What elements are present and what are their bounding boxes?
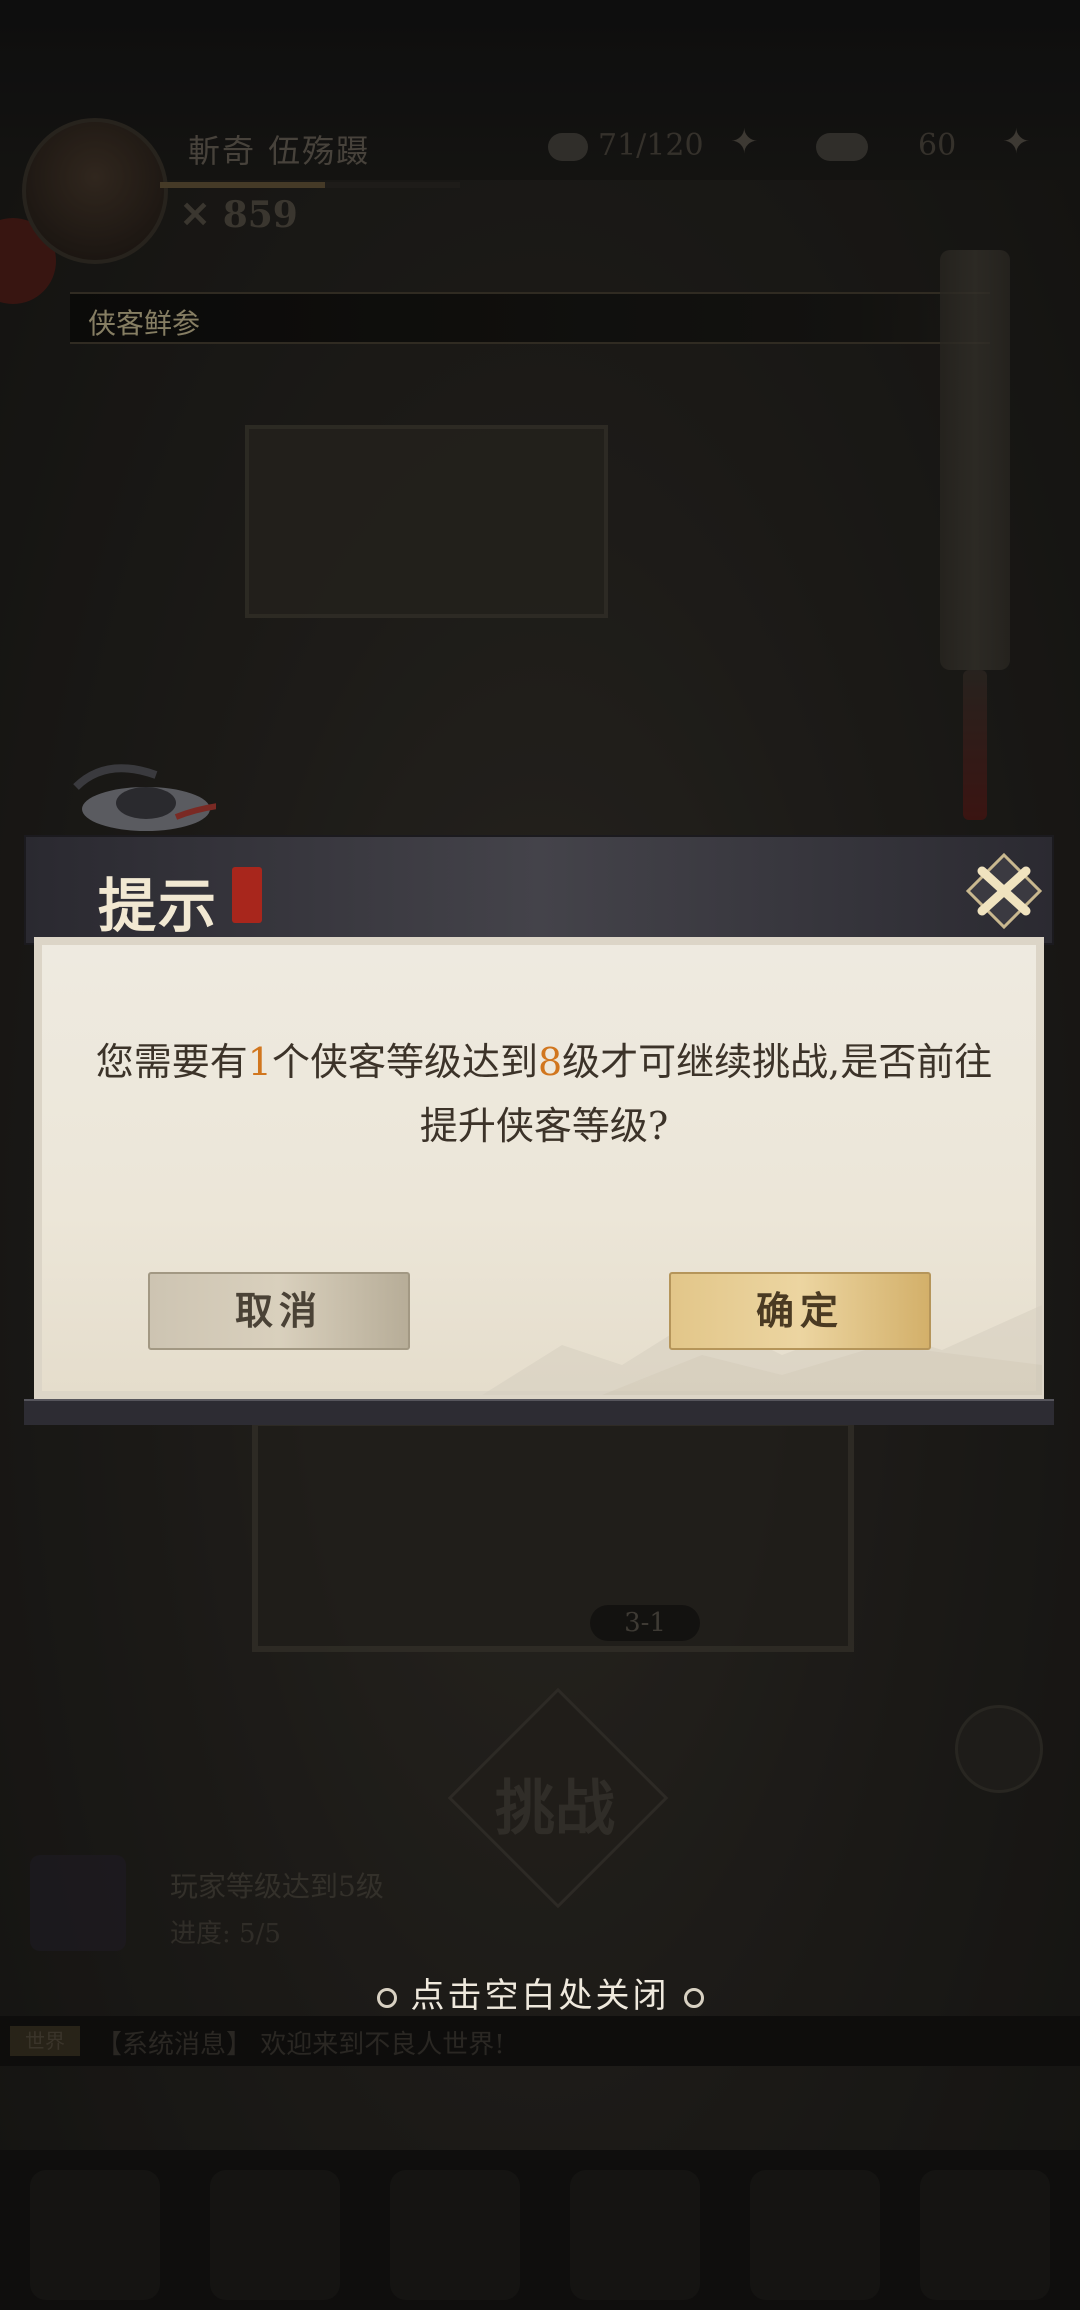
dialog-title: 提示 <box>98 872 219 940</box>
right-dot-icon <box>683 1988 704 2008</box>
left-dot-icon <box>376 1988 397 2008</box>
message-mid: 个侠客等级达到 <box>271 1040 538 1084</box>
dialog-message: 您需要有1个侠客等级达到8级才可继续挑战,是否前往提升侠客等级? <box>84 1030 1004 1158</box>
tap-to-close-text: 点击空白处关闭 <box>410 1976 670 2016</box>
prompt-dialog: 提示 您需要有1个侠客等级达到8级才可继续挑战,是否前往提升侠客等级? 取消 确… <box>24 764 1054 1425</box>
red-stamp-icon <box>232 867 262 923</box>
required-count: 1 <box>247 1040 272 1084</box>
confirm-button[interactable]: 确定 <box>669 1272 931 1350</box>
dialog-footer-bar <box>24 1399 1054 1425</box>
message-prefix: 您需要有 <box>95 1040 248 1084</box>
cancel-button[interactable]: 取消 <box>148 1272 410 1350</box>
tap-to-close-hint: 点击空白处关闭 <box>0 1968 1080 2017</box>
dialog-header: 提示 <box>24 764 1054 945</box>
close-icon[interactable] <box>964 851 1044 931</box>
hat-brush-decoration-icon <box>73 764 216 831</box>
required-level: 8 <box>537 1040 563 1084</box>
